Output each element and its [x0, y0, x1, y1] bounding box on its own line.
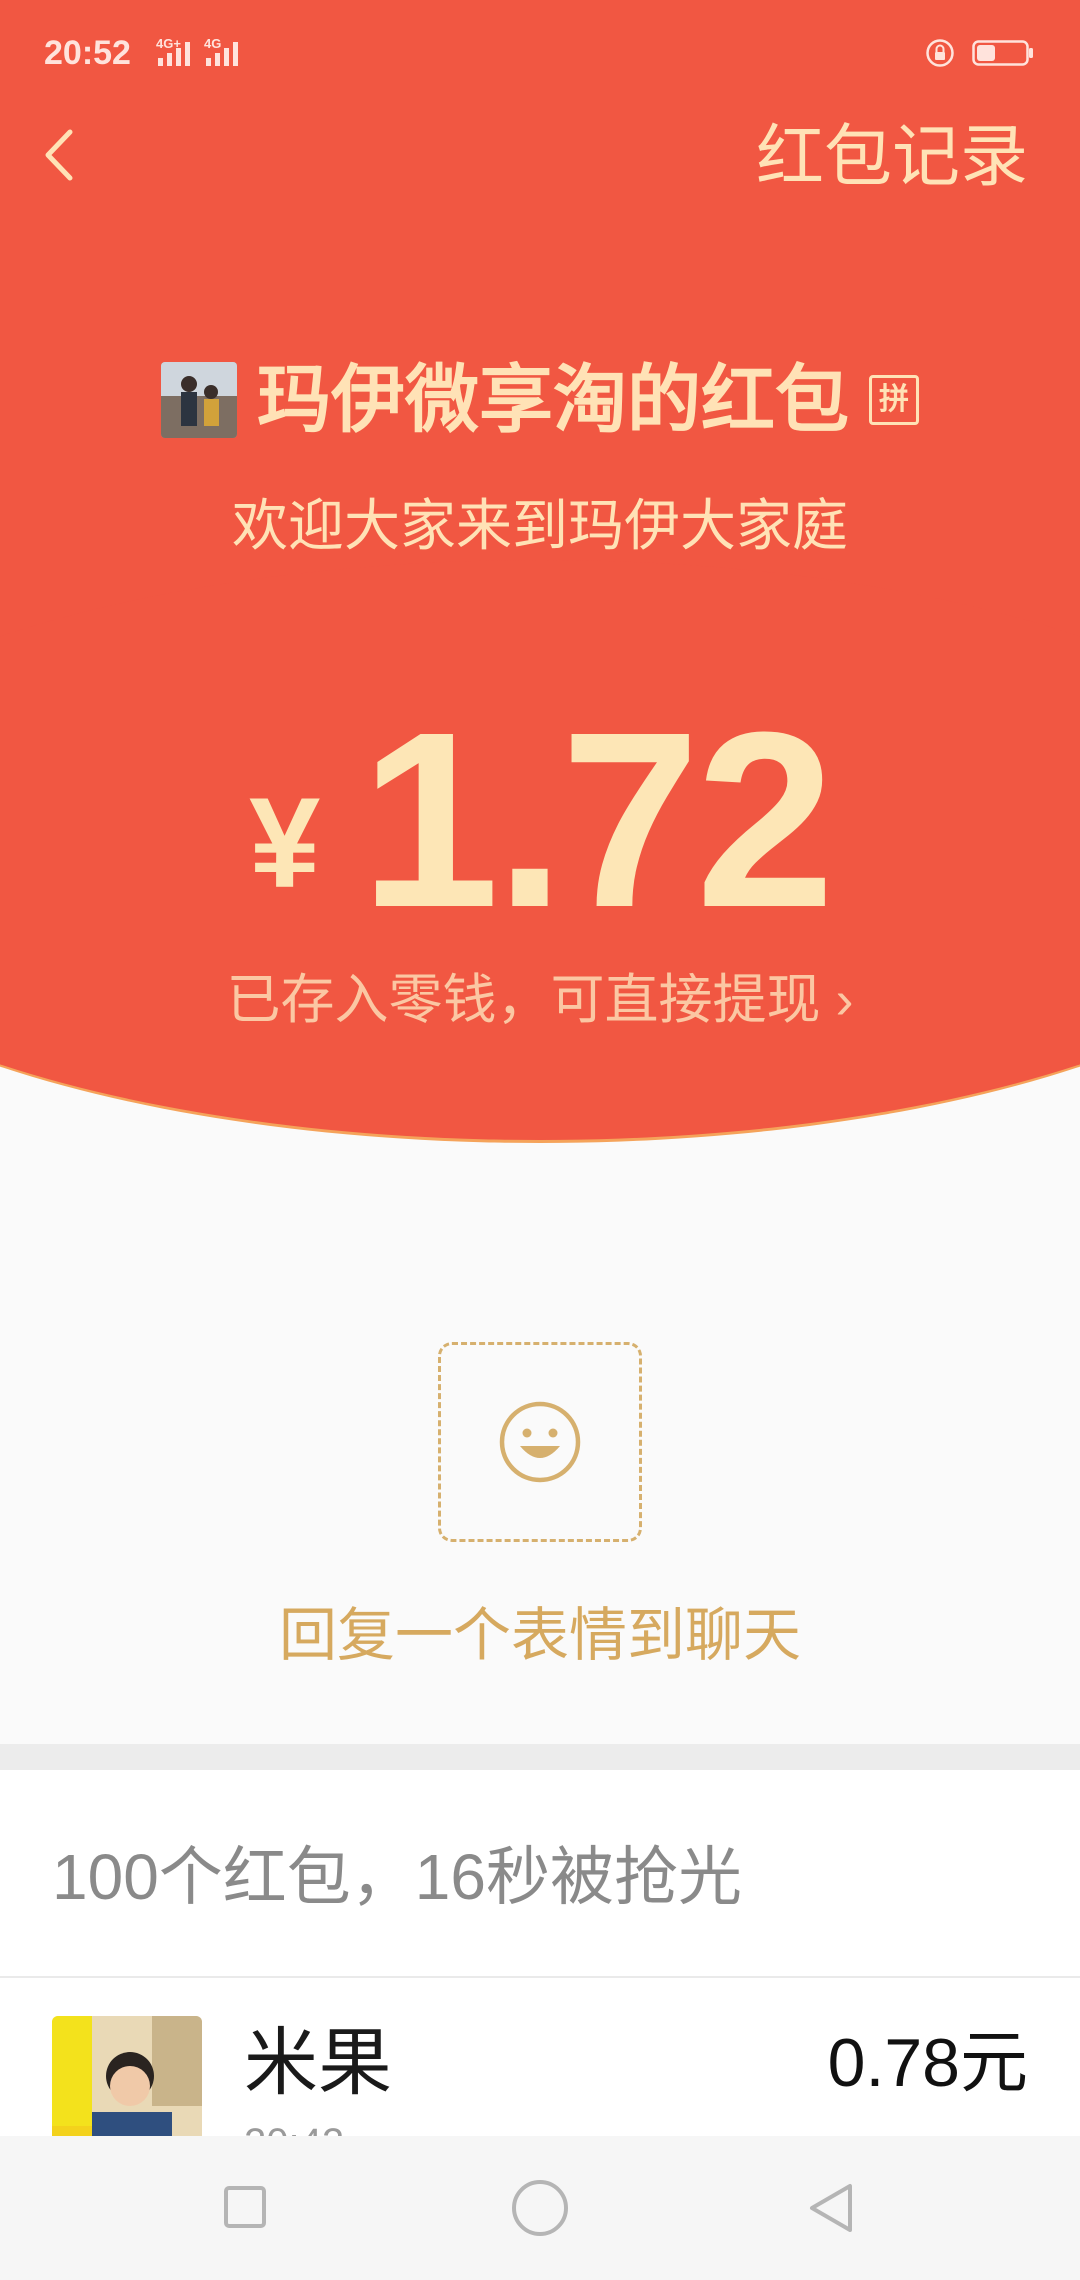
back-arrow-icon[interactable] [36, 120, 86, 190]
screen: 20:52 4G+ 4G 红包记录 玛伊微享淘的红包 拼 欢迎大家来到玛伊大家庭… [0, 0, 1080, 2280]
recents-icon[interactable] [224, 2186, 266, 2228]
system-nav-bar [0, 2136, 1080, 2280]
claims-summary: 100个红包，16秒被抢光 [52, 1841, 742, 1913]
status-time: 20:52 [44, 34, 131, 72]
sender-title: 玛伊微享淘的红包 [257, 358, 849, 441]
back-triangle-icon[interactable] [804, 2180, 860, 2236]
home-icon[interactable] [512, 2180, 568, 2236]
signal-icon [158, 40, 190, 66]
sender-row: 玛伊微享淘的红包 拼 [0, 350, 1080, 450]
pin-badge: 拼 [869, 375, 919, 425]
sender-avatar[interactable] [161, 362, 237, 438]
list-divider [0, 1976, 1080, 1978]
smile-icon [499, 1401, 581, 1483]
emoji-reply-button[interactable] [438, 1342, 642, 1542]
currency-symbol: ¥ [249, 772, 321, 915]
signal-icon [206, 40, 238, 66]
stored-to-wallet-link[interactable]: 已存入零钱，可直接提现 › [0, 960, 1080, 1040]
emoji-reply-label[interactable]: 回复一个表情到聊天 [0, 1596, 1080, 1676]
received-amount: 1.72 [360, 680, 835, 959]
section-separator [0, 1744, 1080, 1770]
rotation-lock-icon [926, 39, 954, 67]
greeting-message: 欢迎大家来到玛伊大家庭 [232, 494, 848, 557]
red-packet-records-link[interactable]: 红包记录 [756, 112, 1028, 202]
claim-amount: 0.78元 [827, 2025, 1028, 2101]
claimant-name: 米果 [244, 2021, 392, 2104]
amount-row: ¥ 1.72 [0, 690, 1080, 950]
battery-icon [972, 40, 1033, 66]
